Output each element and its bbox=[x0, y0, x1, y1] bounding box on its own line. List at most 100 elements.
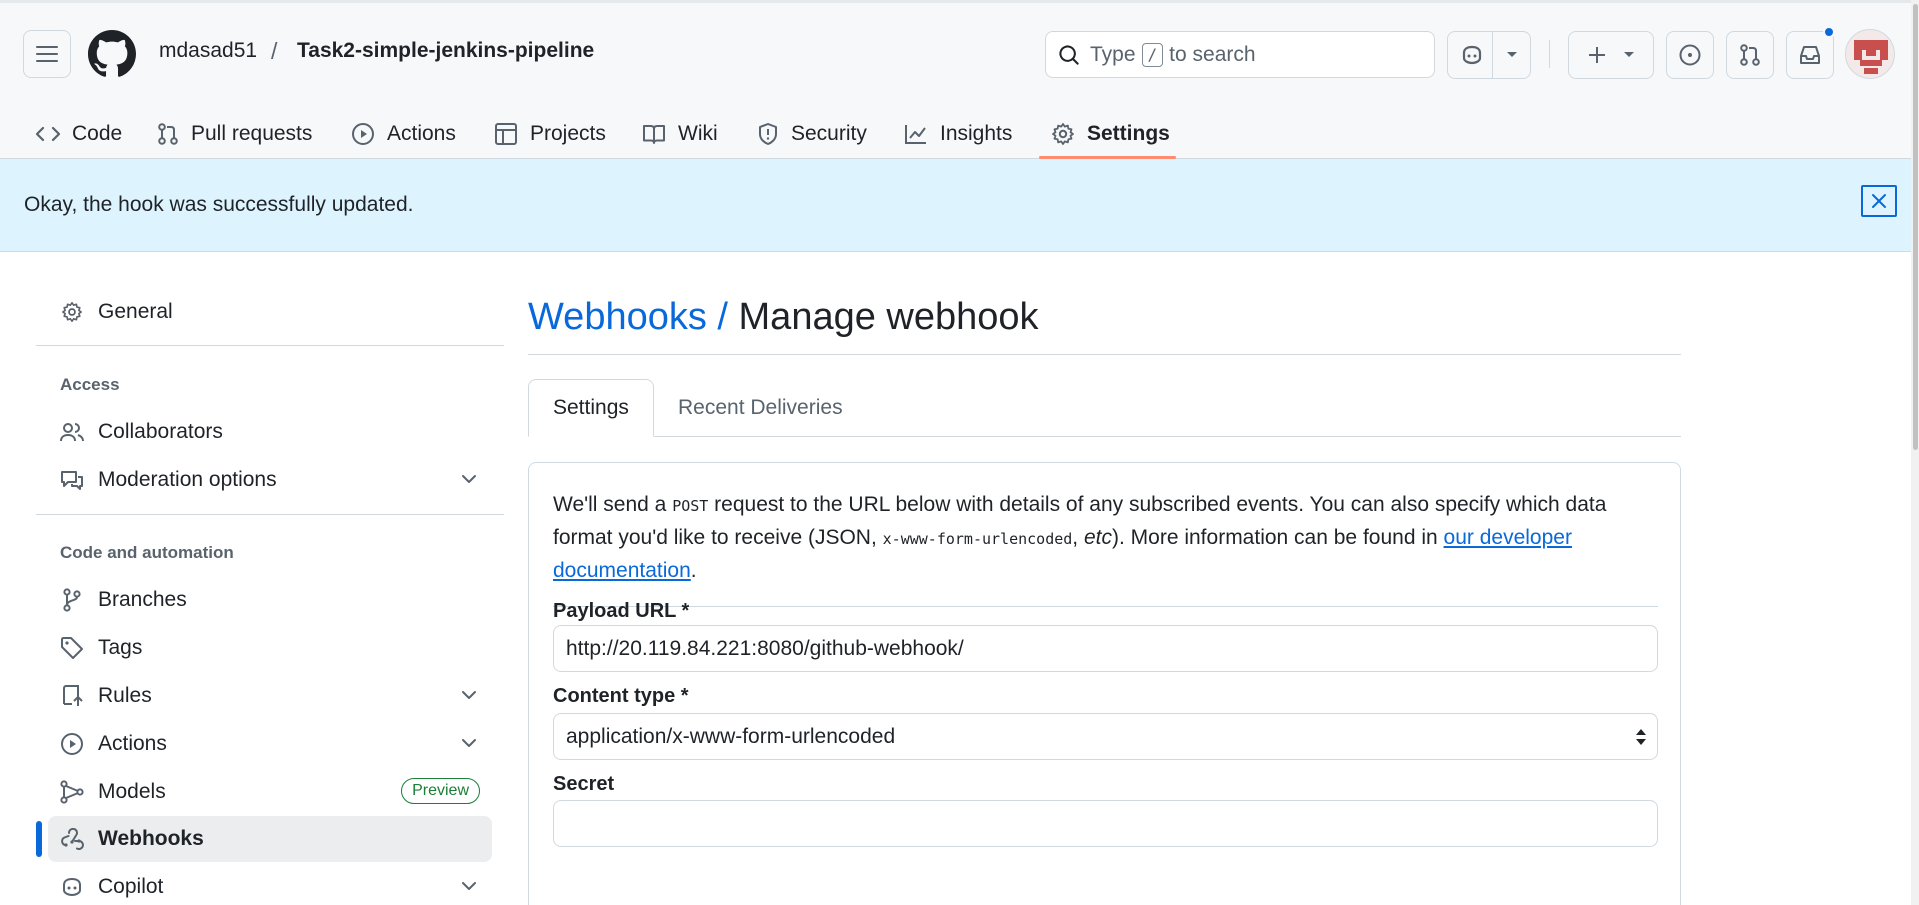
tab-settings[interactable]: Settings bbox=[1051, 106, 1170, 161]
select-arrows-icon bbox=[1636, 729, 1646, 745]
webhook-intro-text: We'll send a POST request to the URL bel… bbox=[553, 489, 1658, 587]
sidebar-item-tags[interactable]: Tags bbox=[48, 625, 492, 671]
sidebar-divider bbox=[36, 514, 504, 515]
tab-projects-label: Projects bbox=[530, 121, 606, 145]
content-type-select[interactable]: application/x-www-form-urlencoded bbox=[553, 713, 1658, 760]
tab-webhook-settings[interactable]: Settings bbox=[528, 379, 654, 437]
sidebar-item-rules[interactable]: Rules bbox=[48, 673, 492, 719]
tab-settings-label: Settings bbox=[1087, 121, 1170, 145]
play-circle-icon bbox=[61, 733, 83, 755]
pull-requests-button[interactable] bbox=[1726, 31, 1774, 79]
notification-dot bbox=[1823, 26, 1835, 38]
models-icon bbox=[60, 780, 84, 804]
flash-banner: Okay, the hook was successfully updated. bbox=[0, 159, 1919, 252]
plus-icon bbox=[1589, 47, 1605, 63]
content-type-label: Content type * bbox=[553, 685, 689, 707]
chevron-down-icon bbox=[1507, 52, 1517, 57]
repo-header: mdasad51 / Task2-simple-jenkins-pipeline… bbox=[0, 0, 1919, 159]
title-divider bbox=[528, 354, 1681, 355]
search-shortcut-key: / bbox=[1141, 42, 1164, 67]
chevron-down-icon bbox=[462, 739, 476, 747]
copilot-button[interactable] bbox=[1447, 31, 1531, 79]
sidebar-item-copilot[interactable]: Copilot bbox=[48, 864, 492, 905]
search-placeholder-prefix: Type bbox=[1090, 42, 1136, 66]
tab-wiki-label: Wiki bbox=[678, 121, 718, 145]
sidebar-item-label: Collaborators bbox=[98, 420, 223, 443]
chevron-down-icon bbox=[462, 882, 476, 890]
page-scrollbar[interactable] bbox=[1911, 0, 1919, 905]
sidebar-item-label: Copilot bbox=[98, 875, 164, 898]
preview-badge: Preview bbox=[401, 778, 480, 804]
tab-insights[interactable]: Insights bbox=[904, 106, 1012, 161]
inbox-icon bbox=[1800, 46, 1820, 64]
flash-close-button[interactable] bbox=[1861, 185, 1897, 217]
copilot-icon bbox=[1462, 45, 1482, 65]
breadcrumb-repo[interactable]: Task2-simple-jenkins-pipeline bbox=[297, 39, 594, 63]
sidebar-heading-code: Code and automation bbox=[60, 543, 234, 562]
sidebar-divider bbox=[36, 345, 504, 346]
sidebar-item-moderation[interactable]: Moderation options bbox=[48, 457, 492, 503]
intro-method-code: POST bbox=[672, 497, 709, 515]
sidebar-item-models[interactable]: Models Preview bbox=[48, 769, 492, 815]
page-title-text: Manage webhook bbox=[738, 296, 1039, 338]
search-icon bbox=[1059, 44, 1079, 65]
sidebar-item-actions[interactable]: Actions bbox=[48, 721, 492, 767]
tab-security[interactable]: Security bbox=[757, 106, 867, 161]
close-icon bbox=[1872, 194, 1886, 208]
create-new-button[interactable] bbox=[1568, 31, 1654, 79]
sidebar-item-label: Webhooks bbox=[98, 827, 204, 850]
tab-actions[interactable]: Actions bbox=[351, 106, 456, 161]
form-divider bbox=[553, 606, 1658, 607]
sidebar-item-general[interactable]: General bbox=[48, 289, 492, 335]
chevron-down-icon bbox=[1624, 52, 1634, 57]
issue-opened-icon bbox=[1679, 44, 1701, 66]
webhook-icon bbox=[61, 827, 84, 850]
tab-wiki[interactable]: Wiki bbox=[642, 106, 718, 161]
repo-nav-tabs: Code Pull requests Actions Projects Wiki… bbox=[0, 106, 1919, 161]
breadcrumb-owner[interactable]: mdasad51 bbox=[159, 39, 257, 63]
inbox-button[interactable] bbox=[1786, 31, 1834, 79]
intro-text: , bbox=[1072, 526, 1079, 549]
search-input[interactable]: Type / to search bbox=[1045, 31, 1435, 78]
webhooks-breadcrumb-link[interactable]: Webhooks / bbox=[528, 296, 728, 338]
sidebar-item-label: Tags bbox=[98, 636, 143, 659]
payload-url-input[interactable]: http://20.119.84.221:8080/github-webhook… bbox=[553, 625, 1658, 672]
tab-pull-requests[interactable]: Pull requests bbox=[157, 106, 312, 161]
tab-actions-label: Actions bbox=[387, 121, 456, 145]
copilot-icon bbox=[63, 877, 81, 897]
sidebar-item-label: Actions bbox=[98, 732, 167, 755]
issues-button[interactable] bbox=[1666, 31, 1714, 79]
page-title: Webhooks / Manage webhook bbox=[528, 296, 1039, 339]
sidebar-item-webhooks[interactable]: Webhooks bbox=[48, 816, 492, 862]
tab-recent-deliveries[interactable]: Recent Deliveries bbox=[654, 379, 867, 437]
scrollbar-thumb[interactable] bbox=[1913, 4, 1918, 450]
tab-code[interactable]: Code bbox=[36, 106, 122, 161]
intro-format-code: x-www-form-urlencoded bbox=[882, 530, 1073, 548]
settings-sidebar: General Access Collaborators Moderation … bbox=[36, 252, 504, 905]
pull-request-icon bbox=[158, 122, 178, 145]
book-icon bbox=[643, 124, 665, 144]
active-indicator bbox=[36, 821, 42, 857]
repo-push-icon bbox=[63, 685, 83, 706]
breadcrumb-separator: / bbox=[271, 38, 278, 64]
github-logo-icon[interactable] bbox=[88, 30, 136, 78]
git-pull-request-icon bbox=[1740, 44, 1760, 66]
avatar[interactable] bbox=[1845, 29, 1895, 79]
comment-discussion-icon bbox=[61, 471, 83, 490]
tab-projects[interactable]: Projects bbox=[494, 106, 606, 161]
sidebar-item-branches[interactable]: Branches bbox=[48, 577, 492, 623]
gear-icon bbox=[62, 302, 82, 322]
tab-insights-label: Insights bbox=[940, 121, 1013, 145]
sidebar-heading-access: Access bbox=[60, 375, 120, 394]
people-icon bbox=[60, 423, 84, 442]
menu-button[interactable] bbox=[23, 30, 71, 78]
secret-label: Secret bbox=[553, 773, 615, 795]
header-divider bbox=[1549, 40, 1550, 68]
sidebar-item-label: Moderation options bbox=[98, 468, 277, 491]
payload-url-label: Payload URL * bbox=[553, 600, 690, 622]
secret-input[interactable] bbox=[553, 800, 1658, 847]
sidebar-item-collaborators[interactable]: Collaborators bbox=[48, 409, 492, 455]
intro-text: We'll send a bbox=[553, 493, 667, 516]
intro-text: . bbox=[690, 559, 697, 582]
tag-icon bbox=[61, 637, 83, 659]
